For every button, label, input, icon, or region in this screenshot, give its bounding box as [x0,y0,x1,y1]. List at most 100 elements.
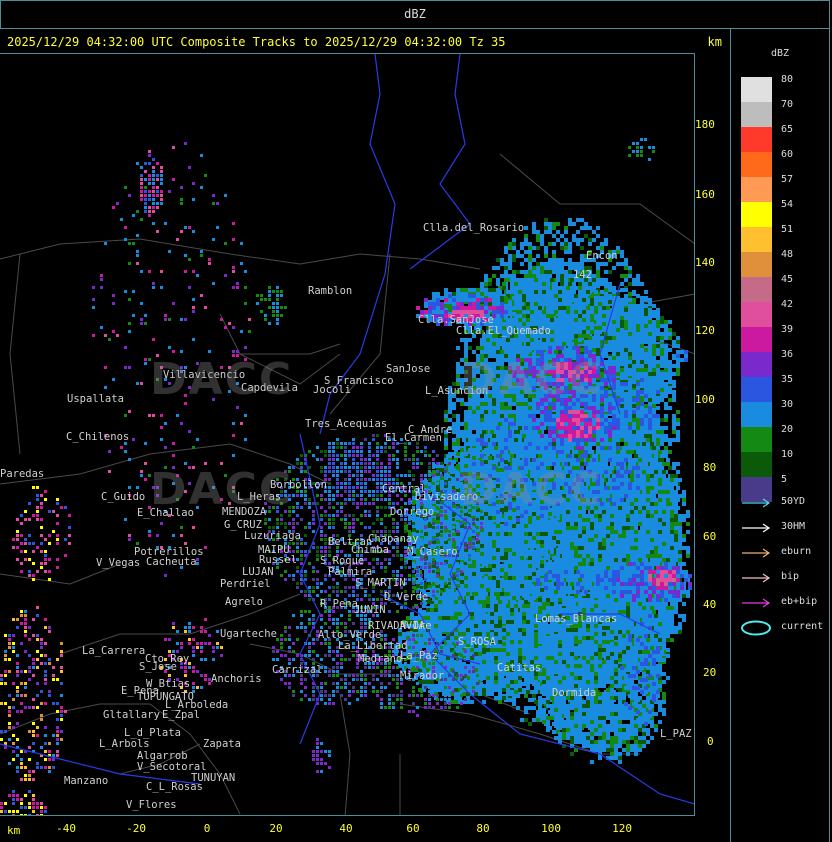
legend-swatch [741,452,772,477]
x-tick-label: -20 [126,822,146,835]
place-label[interactable]: C_Guido [101,491,145,503]
track-arrow-icon [742,548,771,558]
place-label[interactable]: Mirador [400,670,444,682]
y-tick-label: 20 [703,666,717,679]
place-label[interactable]: La_Carrera [82,645,145,657]
place-label[interactable]: Paredas [0,468,44,480]
place-label[interactable]: La_Libertad [338,640,408,652]
place-label[interactable]: M_Casero [407,546,458,558]
legend-swatch [741,102,772,127]
place-label[interactable]: Chapanay [368,533,419,545]
legend-level-label: 36 [781,349,794,360]
place-label[interactable]: S_MARTIN [355,577,406,589]
place-label[interactable]: S_Jose [139,661,177,673]
legend-swatch [741,302,772,327]
place-label[interactable]: Manzano [64,775,108,787]
legend-level-label: 5 [781,474,788,485]
legend-swatch [741,77,772,102]
place-label[interactable]: S_ROSA [458,636,496,648]
place-label[interactable]: V_Flores [126,799,177,811]
place-label[interactable]: La_Paz [400,650,438,662]
place-label[interactable]: Ugarteche [220,628,277,640]
track-legend-item: eb+bip [741,595,821,611]
place-label[interactable]: D_Verde [384,591,428,603]
place-label[interactable]: Encon [586,250,618,262]
place-label[interactable]: Clla.El_Quemado [456,325,551,337]
legend-level-label: 42 [781,299,794,310]
place-label[interactable]: E_Zpal [162,709,200,721]
place-label[interactable]: C_Chilenos [66,431,129,443]
x-tick-label: 0 [203,822,211,835]
place-label[interactable]: Carrizal [272,664,323,676]
x-tick-label: -40 [56,822,76,835]
place-label[interactable]: Lomas_Blancas [535,613,617,625]
legend-level-label: 57 [781,174,794,185]
x-tick-label: 20 [269,822,283,835]
place-label[interactable]: Zapata [203,738,241,750]
place-label[interactable]: Tres_Acequias [305,418,387,430]
place-label[interactable]: R_Pena [320,598,358,610]
place-label[interactable]: El_Carmen [385,432,442,444]
y-tick-label: 120 [695,324,715,337]
plot-title-bar: 2025/12/29 04:32:00 UTC Composite Tracks… [0,29,730,53]
track-arrow-icon [742,523,771,533]
legend-level-label: 54 [781,199,794,210]
place-label[interactable]: JUNIN [354,604,386,616]
place-label[interactable]: C_L_Rosas [146,781,203,793]
y-tick-label: 160 [695,188,715,201]
place-label[interactable]: Russel [259,554,297,566]
track-arrow-icon [742,598,771,608]
place-label[interactable]: Clla.del_Rosario [423,222,524,234]
legend-level-label: 70 [781,99,794,110]
track-arrow-icon [742,498,771,508]
track-arrow-icon [742,573,771,583]
watermark-logo: DACC [150,354,294,405]
y-tick-label: 60 [703,530,717,543]
place-label[interactable]: Cacheuta [146,556,197,568]
place-label[interactable]: L_Arbols [99,738,150,750]
plot-title: 2025/12/29 04:32:00 UTC Composite Tracks… [7,35,506,49]
legend-swatch [741,352,772,377]
legend-swatch [741,202,772,227]
place-label[interactable]: Catitas [497,662,541,674]
place-label[interactable]: 142 [573,269,592,281]
watermark-logo: DACC [150,464,294,515]
legend-level-label: 30 [781,399,794,410]
header-title: dBZ [404,7,426,21]
legend-swatch [741,377,772,402]
x-tick-label: 40 [339,822,353,835]
place-label[interactable]: Dorrego [390,506,434,518]
place-label[interactable]: Luzuriaga [244,530,301,542]
place-label[interactable]: V_Vegas [96,557,140,569]
y-tick-label: 100 [695,393,715,406]
radar-map-panel[interactable]: Clla.del_Rosario Encon 142 Ramblon Clla.SanJ… [0,53,695,816]
place-label[interactable]: Perdriel [220,578,271,590]
place-label[interactable]: L_PAZ [660,728,692,740]
place-label[interactable]: Jocoli [313,384,351,396]
place-label[interactable]: SanJose [386,363,430,375]
x-tick-label: 120 [612,822,632,835]
legend-level-label: 65 [781,124,794,135]
place-label[interactable]: N_Ore [400,620,432,632]
place-label[interactable]: Agrelo [225,596,263,608]
y-tick-label: 0 [707,735,714,748]
legend-swatch [741,327,772,352]
legend-level-label: 48 [781,249,794,260]
top-header-bar: dBZ [0,0,830,29]
legend-level-label: 20 [781,424,794,435]
legend-level-label: 51 [781,224,794,235]
place-label[interactable]: Medrano [358,653,402,665]
legend-swatch [741,127,772,152]
x-tick-label: 100 [541,822,561,835]
legend-level-label: 60 [781,149,794,160]
y-axis: 180 160 140 120 100 80 60 40 20 0 [695,53,730,816]
place-label[interactable]: Dormida [552,687,596,699]
legend-swatch [741,427,772,452]
place-label[interactable]: Uspallata [67,393,124,405]
place-label[interactable]: Gltallary [103,709,160,721]
place-label[interactable]: LUJAN [242,566,274,578]
legend-title: dBZ [771,48,790,59]
place-label[interactable]: Anchoris [211,673,262,685]
x-tick-label: 80 [476,822,490,835]
place-label[interactable]: Ramblon [308,285,352,297]
